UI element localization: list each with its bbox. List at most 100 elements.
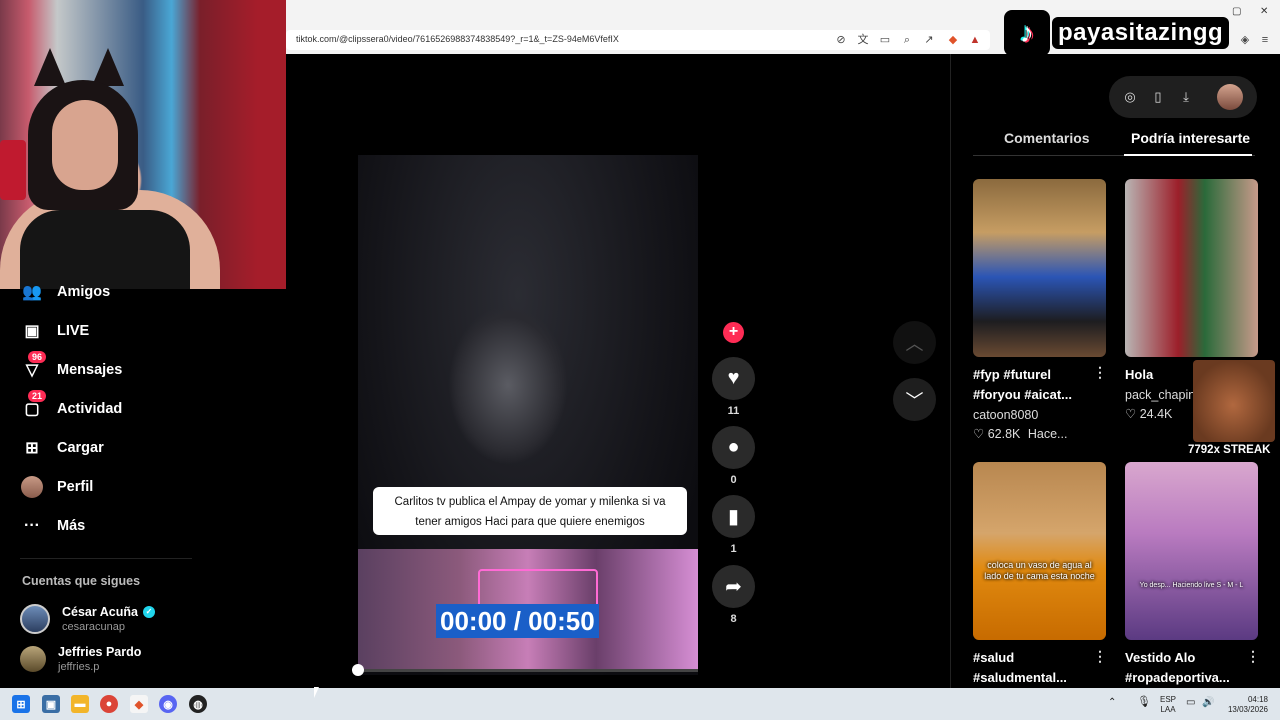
- comment-count: 0: [730, 474, 737, 486]
- comment-button[interactable]: ●: [712, 426, 755, 469]
- like-count: 11: [727, 405, 740, 417]
- friends-icon: 👥: [22, 284, 42, 301]
- more-options-icon[interactable]: ⋮: [1093, 648, 1107, 665]
- discord-icon[interactable]: ◉: [159, 695, 177, 713]
- heart-outline-icon: ♡: [973, 427, 985, 441]
- video-card-title[interactable]: #salud #saludmental...: [973, 648, 1098, 688]
- video-caption: Carlitos tv publica el Ampay de yomar y …: [373, 487, 687, 535]
- video-card-thumbnail[interactable]: [973, 179, 1106, 357]
- brave-rewards-icon[interactable]: ▲: [968, 33, 982, 47]
- video-card-user[interactable]: catoon8080: [973, 408, 1038, 422]
- streak-text: 7792x STREAK: [1188, 444, 1271, 456]
- share-arrow-icon: ➦: [725, 576, 742, 598]
- chevron-up-icon: ︿: [905, 333, 924, 354]
- volume-icon[interactable]: 🔊: [1202, 698, 1214, 708]
- sidebar-item-label: LIVE: [57, 323, 90, 339]
- translate-icon[interactable]: 文: [856, 33, 870, 47]
- chevron-up-icon[interactable]: ⌃: [1108, 698, 1116, 708]
- tab-podria-interesarte[interactable]: Podría interesarte: [1131, 130, 1250, 146]
- sidebar-item-label: Perfil: [57, 479, 94, 495]
- avatar: [20, 646, 46, 672]
- previous-video-button[interactable]: ︿: [893, 321, 936, 364]
- bookmark-icon: ▮: [727, 506, 739, 528]
- panel-divider: [950, 54, 951, 688]
- monitor-icon[interactable]: ▭: [1186, 698, 1195, 708]
- sidebar-item-actividad[interactable]: ▢ 21 Actividad: [20, 390, 122, 422]
- following-account[interactable]: Jeffries Pardo jeffries.p: [20, 645, 141, 673]
- follow-plus-button[interactable]: +: [723, 322, 744, 343]
- sidebar-item-perfil[interactable]: Perfil: [20, 474, 93, 500]
- video-card-thumbnail[interactable]: Yo desp... Haciendo live S - M - L: [1125, 462, 1258, 640]
- comment-icon: ●: [727, 436, 740, 458]
- sidebar-item-amigos[interactable]: 👥 Amigos: [20, 279, 110, 305]
- download-icon[interactable]: ⤓: [1177, 88, 1195, 106]
- brave-icon[interactable]: ◆: [130, 695, 148, 713]
- sidebar-item-label: Cargar: [57, 440, 104, 456]
- video-card-likes: ♡ 62.8K Hace...: [973, 427, 1068, 441]
- zoom-icon[interactable]: ⌕: [900, 33, 914, 47]
- file-explorer-icon[interactable]: ▬: [71, 695, 89, 713]
- account-name: César Acuña: [62, 605, 138, 619]
- sidebar-item-live[interactable]: ▣ LIVE: [20, 318, 89, 344]
- live-icon: ▣: [24, 323, 40, 340]
- more-options-icon[interactable]: ⋮: [1093, 364, 1107, 381]
- start-icon[interactable]: ⊞: [12, 695, 30, 713]
- profile-avatar: [20, 475, 44, 499]
- video-card-thumbnail[interactable]: [1125, 179, 1258, 357]
- like-button[interactable]: ♥: [712, 357, 755, 400]
- following-account[interactable]: César Acuña ✓ cesaracunap: [20, 604, 155, 634]
- next-video-button[interactable]: ﹀: [893, 378, 936, 421]
- divider: [20, 558, 192, 559]
- sidebar-item-label: Amigos: [57, 284, 111, 300]
- video-card-title[interactable]: Vestido Alo #ropadeportiva...: [1125, 648, 1250, 688]
- streamer-name: payasitazingg: [1052, 17, 1230, 49]
- more-options-icon[interactable]: ⋮: [1246, 648, 1260, 665]
- brave-shield-icon[interactable]: ◆: [946, 33, 960, 47]
- video-timecode: 00:00 / 00:50: [436, 604, 599, 638]
- phone-icon[interactable]: ▯: [1149, 88, 1167, 106]
- sidebar-item-label: Mensajes: [57, 362, 123, 378]
- following-heading: Cuentas que sigues: [22, 574, 141, 588]
- verified-icon: ✓: [142, 606, 155, 618]
- heart-icon: ♥: [727, 367, 740, 389]
- screen: tiktok.com/@clipssera0/video/76165269883…: [0, 0, 1280, 720]
- clock[interactable]: 04:18 13/03/2026: [1224, 695, 1268, 715]
- webcam-overlay: [0, 0, 286, 289]
- avatar: [20, 604, 50, 634]
- task-view-icon[interactable]: ▣: [42, 695, 60, 713]
- progress-handle[interactable]: [352, 664, 364, 676]
- save-button[interactable]: ▮: [712, 495, 755, 538]
- sidebar-item-mas[interactable]: ··· Más: [20, 513, 85, 539]
- menu-icon[interactable]: ≡: [1258, 33, 1272, 47]
- share-icon[interactable]: ↗: [922, 33, 936, 47]
- user-avatar[interactable]: [1217, 84, 1243, 110]
- tab-comentarios[interactable]: Comentarios: [1004, 130, 1090, 146]
- compass-icon[interactable]: ◎: [1121, 88, 1139, 106]
- close-icon[interactable]: ✕: [1260, 6, 1268, 17]
- sidebar-item-cargar[interactable]: ⊞ Cargar: [20, 435, 104, 461]
- chevron-down-icon: ﹀: [905, 390, 924, 411]
- share-button[interactable]: ➦: [712, 565, 755, 608]
- video-card-thumbnail[interactable]: coloca un vaso de agua al lado de tu cam…: [973, 462, 1106, 640]
- upload-icon: ⊞: [25, 440, 39, 457]
- chrome-icon[interactable]: ●: [100, 695, 118, 713]
- video-card-likes: ♡ 24.4K: [1125, 407, 1173, 421]
- streamer-tag: ♪ payasitazingg: [1004, 10, 1230, 56]
- vpn-icon[interactable]: ◈: [1238, 33, 1252, 47]
- url-text[interactable]: tiktok.com/@clipssera0/video/76165269883…: [296, 34, 619, 44]
- thumbnail-caption: Yo desp... Haciendo live S - M - L: [1139, 582, 1244, 589]
- reader-mode-icon[interactable]: ▭: [878, 33, 892, 47]
- mouse-cursor: [314, 687, 319, 698]
- no-tracking-icon[interactable]: ⊘: [834, 33, 848, 47]
- sidebar-item-mensajes[interactable]: ▽ 96 Mensajes: [20, 351, 123, 383]
- video-progress-bar[interactable]: [358, 669, 698, 672]
- share-count: 8: [730, 613, 737, 625]
- language-indicator[interactable]: ESP LAA: [1158, 695, 1178, 715]
- account-username: jeffries.p: [58, 661, 100, 673]
- video-card-user[interactable]: pack_chapin: [1125, 388, 1193, 402]
- meme-overlay-image: [1193, 360, 1275, 442]
- obs-icon[interactable]: ◍: [189, 695, 207, 713]
- microphone-icon[interactable]: 🎙: [1137, 697, 1151, 708]
- maximize-icon[interactable]: ▢: [1232, 6, 1241, 17]
- video-card-title[interactable]: #fyp #futurel #foryou #aicat...: [973, 365, 1098, 405]
